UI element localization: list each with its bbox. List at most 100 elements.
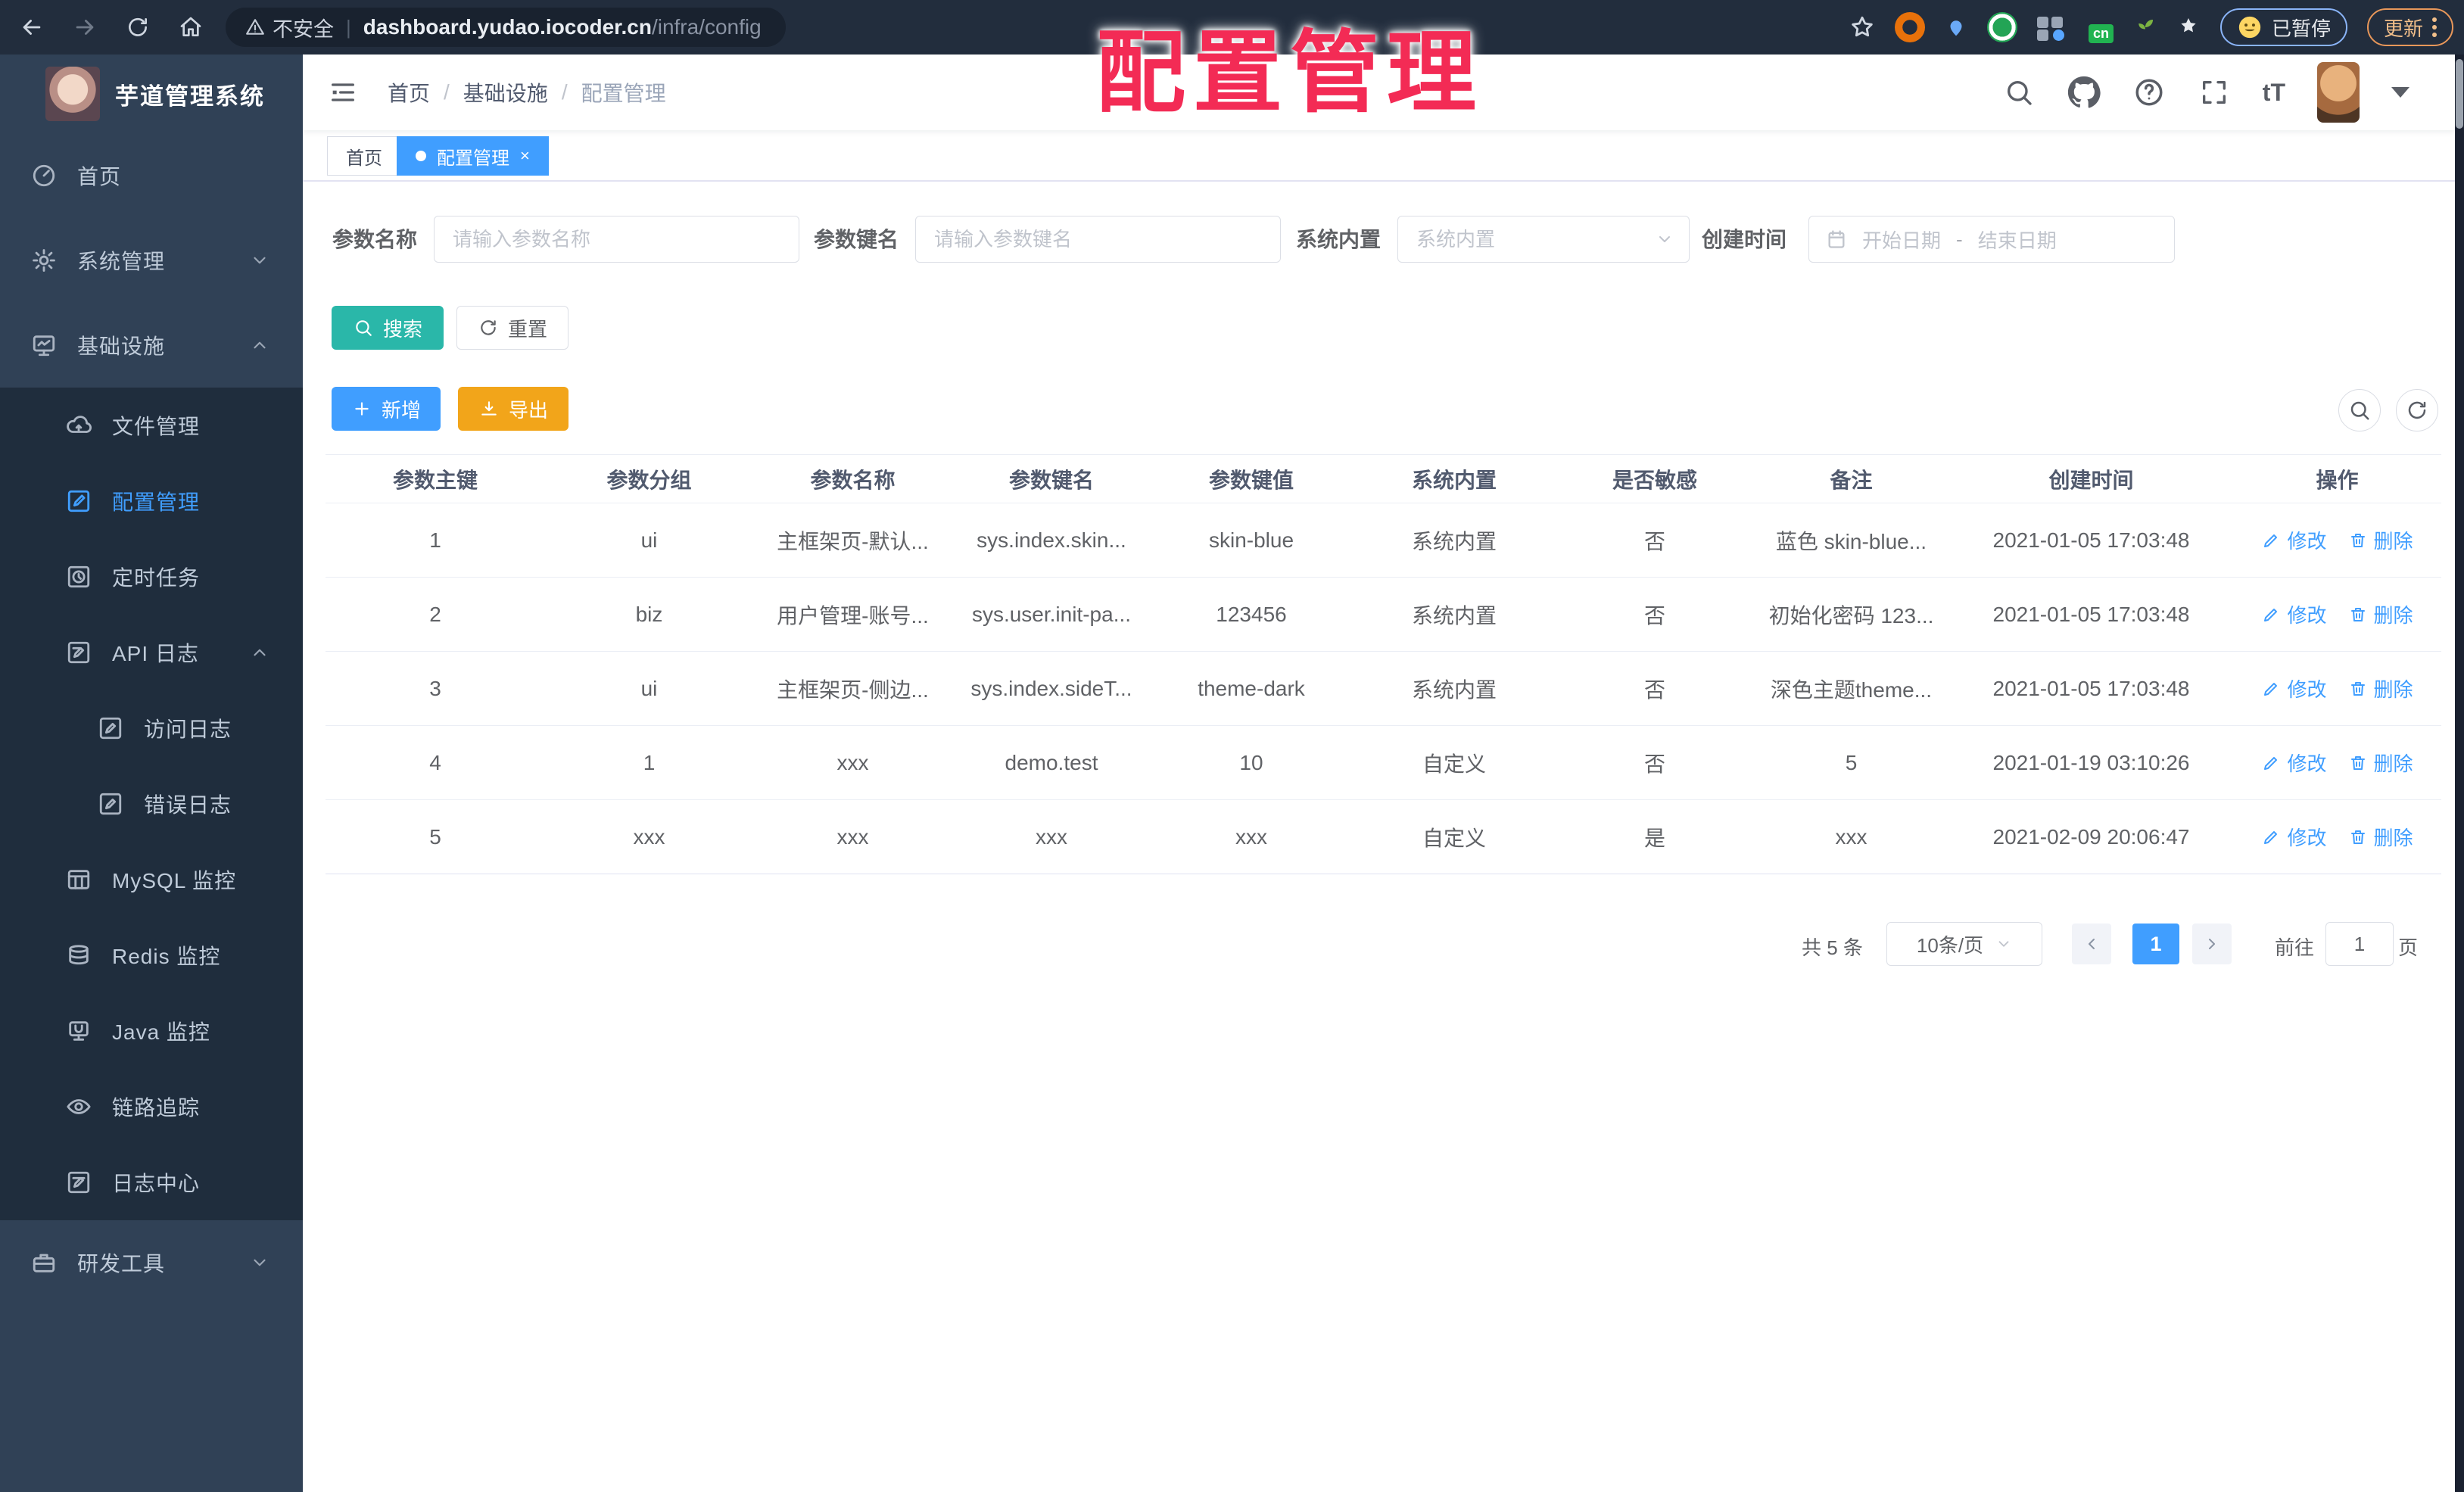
- column-header: 参数主键: [392, 468, 478, 492]
- breadcrumb-item[interactable]: 基础设施: [463, 77, 548, 107]
- next-page-button[interactable]: [2192, 924, 2232, 964]
- table-cell: 用户管理-账号...: [777, 603, 929, 628]
- sidebar-item-0[interactable]: 首页: [0, 133, 303, 218]
- error-log-icon: [97, 790, 124, 818]
- tab-config[interactable]: 配置管理 ×: [397, 136, 549, 176]
- date-start-placeholder[interactable]: 开始日期: [1862, 226, 1941, 254]
- edit-link[interactable]: 修改: [2261, 674, 2327, 702]
- date-end-placeholder[interactable]: 结束日期: [1978, 226, 2057, 254]
- browser-reload-icon[interactable]: [117, 6, 159, 48]
- pencil-icon: [2261, 827, 2281, 847]
- sidebar-item-10[interactable]: Redis 监控: [0, 917, 303, 993]
- sidebar-item-label: 访问日志: [144, 718, 232, 741]
- profile-paused-chip[interactable]: 已暂停: [2219, 8, 2347, 46]
- sidebar-item-8[interactable]: 错误日志: [0, 766, 303, 842]
- tab-home[interactable]: 首页: [327, 136, 401, 176]
- sidebar-item-4[interactable]: 配置管理: [0, 463, 303, 539]
- trash-icon: [2348, 679, 2368, 699]
- sidebar-item-label: 基础设施: [77, 335, 166, 358]
- prev-page-button[interactable]: [2072, 924, 2111, 964]
- delete-link[interactable]: 删除: [2348, 600, 2413, 628]
- extension-cn-icon[interactable]: cn: [2084, 12, 2114, 43]
- edit-link[interactable]: 修改: [2261, 526, 2327, 554]
- extension-plant-icon[interactable]: [2134, 14, 2157, 40]
- browser-update-button[interactable]: 更新: [2366, 8, 2453, 46]
- edit-link[interactable]: 修改: [2261, 823, 2327, 851]
- toggle-search-button[interactable]: [2338, 389, 2381, 431]
- sidebar-item-3[interactable]: 文件管理: [0, 388, 303, 463]
- goto-label: 前往: [2275, 936, 2315, 959]
- scrollbar-thumb[interactable]: [2456, 59, 2463, 129]
- breadcrumb-item[interactable]: 首页: [388, 77, 430, 107]
- close-icon[interactable]: ×: [520, 146, 530, 166]
- github-icon[interactable]: [2067, 76, 2101, 109]
- security-warning-icon[interactable]: [245, 17, 265, 37]
- goto-page-input[interactable]: [2325, 922, 2394, 966]
- help-icon[interactable]: [2132, 76, 2166, 109]
- sidebar-item-label: MySQL 监控: [112, 869, 237, 892]
- system-type-select[interactable]: [1397, 216, 1690, 263]
- column-header: 操作: [2316, 468, 2359, 492]
- sidebar-item-14[interactable]: 研发工具: [0, 1220, 303, 1305]
- search-button[interactable]: 搜索: [332, 306, 444, 350]
- sidebar-item-9[interactable]: MySQL 监控: [0, 842, 303, 917]
- param-key-input[interactable]: [916, 216, 1280, 262]
- delete-link[interactable]: 删除: [2348, 526, 2413, 554]
- param-name-input[interactable]: [435, 216, 799, 262]
- delete-link[interactable]: 删除: [2348, 823, 2413, 851]
- filter-date-label: 创建时间: [1702, 228, 1787, 251]
- kebab-menu-icon[interactable]: [2432, 14, 2437, 40]
- table-cell: 1: [429, 528, 441, 552]
- user-avatar[interactable]: [2317, 62, 2360, 123]
- tags-view-bar: 首页 配置管理 ×: [303, 130, 2455, 182]
- address-bar[interactable]: 不安全 | dashboard.yudao.iocoder.cn/infra/c…: [226, 8, 786, 47]
- chevron-down-icon[interactable]: [2391, 87, 2409, 98]
- sidebar-item-2[interactable]: 基础设施: [0, 303, 303, 388]
- table-cell: 否: [1643, 603, 1665, 628]
- sidebar-item-1[interactable]: 系统管理: [0, 218, 303, 303]
- extension-orange-icon[interactable]: [1894, 12, 1925, 42]
- current-page-button[interactable]: 1: [2132, 924, 2179, 964]
- security-label[interactable]: 不安全: [273, 13, 334, 42]
- reset-button[interactable]: 重置: [456, 306, 568, 350]
- table-cell: 自定义: [1422, 826, 1486, 850]
- extension-grid-icon[interactable]: [2036, 14, 2064, 41]
- refresh-table-button[interactable]: [2396, 389, 2438, 431]
- date-range-picker[interactable]: 开始日期 - 结束日期: [1808, 216, 2175, 263]
- delete-link[interactable]: 删除: [2348, 674, 2413, 702]
- bookmark-star-icon[interactable]: [1849, 14, 1875, 40]
- browser-back-icon[interactable]: [11, 6, 53, 48]
- system-type-value[interactable]: [1398, 216, 1689, 262]
- browser-home-icon[interactable]: [170, 6, 212, 48]
- chevron-down-icon: [1995, 936, 2012, 952]
- sidebar-item-13[interactable]: 日志中心: [0, 1145, 303, 1220]
- table-cell: 主框架页-侧边...: [777, 677, 929, 702]
- font-size-icon[interactable]: tT: [2263, 79, 2285, 107]
- sidebar-item-5[interactable]: 定时任务: [0, 539, 303, 615]
- hamburger-icon[interactable]: [327, 77, 359, 107]
- table-cell: sys.index.sideT...: [970, 676, 1132, 700]
- sidebar-item-6[interactable]: API 日志: [0, 615, 303, 690]
- add-button[interactable]: 新增: [332, 387, 441, 431]
- edit-link[interactable]: 修改: [2261, 600, 2327, 628]
- extension-green-icon[interactable]: [1986, 12, 2017, 42]
- delete-link[interactable]: 删除: [2348, 749, 2413, 777]
- eye-icon: [65, 1093, 92, 1120]
- edit-link[interactable]: 修改: [2261, 749, 2327, 777]
- sidebar-item-7[interactable]: 访问日志: [0, 690, 303, 766]
- search-icon: [2348, 399, 2371, 422]
- search-icon[interactable]: [2002, 76, 2036, 109]
- extension-pin-icon[interactable]: [1945, 14, 1967, 40]
- scrollbar-track[interactable]: [2455, 55, 2464, 1492]
- sidebar-item-12[interactable]: 链路追踪: [0, 1069, 303, 1145]
- breadcrumb-separator: /: [444, 80, 450, 104]
- page-size-select[interactable]: 10条/页: [1886, 922, 2042, 966]
- extension-pin2-icon[interactable]: [2176, 15, 2201, 39]
- browser-forward-icon[interactable]: [64, 6, 106, 48]
- sidebar-item-11[interactable]: Java 监控: [0, 993, 303, 1069]
- app-logo-row[interactable]: 芋道管理系统: [0, 55, 303, 133]
- access-log-icon: [97, 715, 124, 742]
- export-button[interactable]: 导出: [458, 387, 568, 431]
- table-cell: xxx: [1835, 824, 1867, 849]
- fullscreen-icon[interactable]: [2198, 76, 2231, 109]
